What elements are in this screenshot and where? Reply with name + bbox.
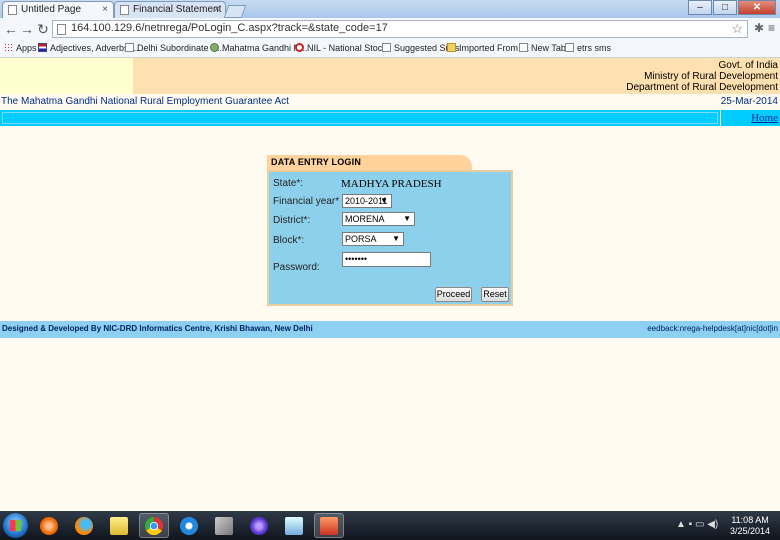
- department-text: Department of Rural Development: [626, 82, 778, 93]
- firefox-icon[interactable]: [69, 513, 99, 538]
- reset-button[interactable]: Reset: [481, 287, 509, 302]
- login-panel-tab: DATA ENTRY LOGIN: [267, 155, 472, 171]
- forward-arrow-icon[interactable]: →: [19, 21, 35, 37]
- nav-bar-left: [2, 112, 718, 124]
- bookmark-star-icon[interactable]: ☆: [731, 21, 743, 37]
- chevron-down-icon: ▼: [403, 214, 411, 223]
- clock-time: 11:08 AM: [731, 515, 769, 525]
- close-icon[interactable]: ×: [102, 4, 108, 15]
- subheader: The Mahatma Gandhi National Rural Employ…: [0, 94, 780, 110]
- close-window-button[interactable]: ✕: [738, 0, 776, 15]
- extension-icon[interactable]: ✱: [754, 21, 764, 35]
- financial-year-label: Financial year* :: [273, 196, 345, 207]
- browser-tab-active[interactable]: Untitled Page ×: [2, 1, 114, 18]
- bookmark-item[interactable]: NIL - National Stoc...: [295, 43, 390, 53]
- apps-icon: [4, 43, 13, 52]
- proceed-button[interactable]: Proceed: [435, 287, 472, 302]
- file-explorer-icon[interactable]: [104, 513, 134, 538]
- act-title: The Mahatma Gandhi National Rural Employ…: [1, 96, 289, 107]
- bookmark-label: New Tab: [531, 43, 566, 53]
- page-icon: [565, 43, 574, 52]
- current-date: 25-Mar-2014: [720, 96, 778, 107]
- folder-icon: [447, 43, 456, 52]
- footer-credit: Designed & Developed By NIC-DRD Informat…: [2, 324, 313, 333]
- tab-label: Untitled Page: [21, 4, 82, 15]
- presentation-icon[interactable]: [314, 513, 344, 538]
- nic-icon: [295, 43, 304, 52]
- district-label: District*:: [273, 215, 311, 226]
- financial-year-select[interactable]: 2010-2011 ▼: [342, 194, 392, 208]
- page-icon: [519, 43, 528, 52]
- browser-tab-bar: Untitled Page × Financial Statement × – …: [0, 0, 780, 18]
- window-controls: – □ ✕: [687, 0, 776, 16]
- browser-toolbar: ← → ↻ 164.100.129.6/netnrega/PoLogin_C.a…: [0, 18, 780, 40]
- taskbar-clock[interactable]: 11:08 AM 3/25/2014: [730, 515, 770, 537]
- media-player-icon[interactable]: [34, 513, 64, 538]
- login-panel: State*: MADHYA PRADESH Financial year* :…: [267, 170, 513, 306]
- network-icon[interactable]: [244, 513, 274, 538]
- user-icon: [210, 43, 219, 52]
- feedback-link[interactable]: eedback:nrega-helpdesk[at]nic[dot]in: [647, 324, 778, 333]
- bookmark-label: Apps: [16, 43, 37, 53]
- start-button[interactable]: [3, 513, 28, 538]
- block-label: Block*:: [273, 235, 305, 246]
- back-arrow-icon[interactable]: ←: [3, 21, 19, 37]
- chrome-icon[interactable]: [139, 513, 169, 538]
- chevron-down-icon: ▼: [392, 234, 400, 243]
- bookmark-label: NIL - National Stoc...: [307, 43, 390, 53]
- page-icon: [125, 43, 134, 52]
- reload-icon[interactable]: ↻: [35, 21, 51, 37]
- windows-logo-icon: [10, 520, 21, 531]
- tools-icon[interactable]: [209, 513, 239, 538]
- bookmarks-bar: Apps Adjectives, Adverbs ... Delhi Subor…: [0, 40, 780, 58]
- password-input[interactable]: •••••••: [342, 252, 431, 267]
- password-label: Password:: [273, 262, 320, 273]
- district-value: MORENA: [345, 214, 385, 224]
- block-select[interactable]: PORSA ▼: [342, 232, 404, 246]
- gov-of-india-text: Govt. of India: [718, 60, 778, 71]
- bookmark-item[interactable]: New Tab: [519, 43, 566, 53]
- login-title: DATA ENTRY LOGIN: [271, 157, 362, 167]
- bookmark-item[interactable]: Mahatma Gandhi N...: [210, 43, 308, 53]
- address-bar[interactable]: 164.100.129.6/netnrega/PoLogin_C.aspx?tr…: [52, 20, 748, 38]
- block-value: PORSA: [345, 234, 377, 244]
- header-left-panel: [0, 58, 133, 94]
- state-label: State*:: [273, 178, 304, 189]
- page-icon: [8, 5, 17, 15]
- maximize-button[interactable]: □: [713, 0, 737, 15]
- nav-bar: Home: [0, 110, 780, 126]
- chevron-down-icon: ▼: [380, 196, 388, 205]
- taskbar: ▲ ▪ ▭ ◀) 11:08 AM 3/25/2014: [0, 511, 780, 540]
- page-icon: [57, 24, 66, 35]
- header-right-panel: Govt. of India Ministry of Rural Develop…: [133, 58, 780, 94]
- system-tray[interactable]: ▲ ▪ ▭ ◀): [676, 519, 718, 530]
- bookmark-folder[interactable]: Imported From IE: [447, 43, 529, 53]
- page-icon: [120, 5, 129, 15]
- url-text: 164.100.129.6/netnrega/PoLogin_C.aspx?tr…: [71, 22, 388, 34]
- bookmark-apps[interactable]: Apps: [4, 43, 37, 53]
- bookmark-item[interactable]: etrs sms: [565, 43, 611, 53]
- bookmark-label: etrs sms: [577, 43, 612, 53]
- new-tab-button[interactable]: [223, 5, 247, 18]
- state-value: MADHYA PRADESH: [341, 178, 442, 190]
- page-footer: Designed & Developed By NIC-DRD Informat…: [0, 321, 780, 338]
- internet-explorer-icon[interactable]: [174, 513, 204, 538]
- browser-tab[interactable]: Financial Statement ×: [114, 1, 226, 18]
- ministry-text: Ministry of Rural Development: [644, 71, 778, 82]
- menu-icon[interactable]: ≡: [768, 21, 775, 35]
- close-icon[interactable]: ×: [214, 4, 220, 15]
- clock-date: 3/25/2014: [730, 526, 771, 536]
- bookmark-item[interactable]: Adjectives, Adverbs ...: [38, 43, 139, 53]
- home-link[interactable]: Home: [720, 110, 780, 126]
- tab-label: Financial Statement: [133, 4, 222, 15]
- document-icon[interactable]: [279, 513, 309, 538]
- minimize-button[interactable]: –: [688, 0, 712, 15]
- page-icon: [382, 43, 391, 52]
- flag-icon: [38, 43, 47, 52]
- district-select[interactable]: MORENA ▼: [342, 212, 415, 226]
